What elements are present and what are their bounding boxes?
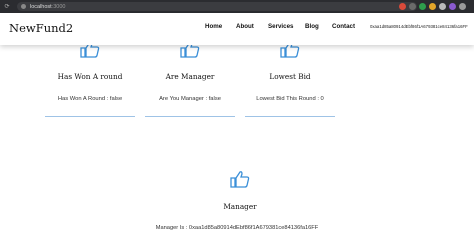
card-value: Has Won A Round : false <box>57 96 123 102</box>
nav-link-home[interactable]: Home <box>205 23 222 30</box>
brand-logo[interactable]: NewFund2 <box>9 21 73 35</box>
card-divider <box>45 116 135 117</box>
nav-link-services[interactable]: Services <box>268 23 293 30</box>
card-has-won-round: Has Won A round Has Won A Round : false <box>45 40 135 117</box>
reload-icon[interactable]: ⟳ <box>4 4 10 10</box>
url-host: localhost <box>30 3 52 10</box>
card-are-manager: Are Manager Are You Manager : false <box>145 40 235 117</box>
account-address: 0xaa1d85a80914dEbf86f1A679381ce84136fa16… <box>370 24 468 29</box>
extension-icon-green[interactable] <box>419 3 426 10</box>
manager-title: Manager <box>223 202 257 211</box>
card-divider <box>145 116 235 117</box>
url-port: :3000 <box>51 3 66 10</box>
site-info-icon[interactable] <box>21 4 26 9</box>
card-lowest-bid: Lowest Bid Lowest Bid This Round : 0 <box>245 40 335 117</box>
app-navbar: NewFund2 Home About Services Blog Contac… <box>0 13 474 45</box>
browser-toolbar: ⟳ localhost:3000 <box>0 0 474 13</box>
card-title: Lowest Bid <box>269 72 311 81</box>
address-bar[interactable]: localhost:3000 <box>17 2 417 11</box>
card-value: Are You Manager : false <box>159 96 221 102</box>
extension-icon-red[interactable] <box>399 3 406 10</box>
extension-icon-gray[interactable] <box>409 3 416 10</box>
card-title: Has Won A round <box>57 72 123 81</box>
card-title: Are Manager <box>165 72 215 81</box>
address-url: localhost:3000 <box>30 4 65 10</box>
profile-avatar[interactable] <box>449 3 456 10</box>
extension-icon-yellow[interactable] <box>429 3 436 10</box>
manager-section: Manager <box>190 170 290 211</box>
manager-address-value: Manager Is : 0xaa1d85a80914dEbf86f1A6793… <box>155 225 319 231</box>
browser-menu-icon[interactable] <box>459 3 466 10</box>
card-divider <box>245 116 335 117</box>
nav-link-about[interactable]: About <box>236 23 254 30</box>
thumbs-up-icon <box>230 171 250 188</box>
nav-link-blog[interactable]: Blog <box>305 23 319 30</box>
extensions-puzzle-icon[interactable] <box>439 3 446 10</box>
card-value: Lowest Bid This Round : 0 <box>256 96 324 102</box>
extension-icons <box>399 3 466 10</box>
nav-link-contact[interactable]: Contact <box>332 23 355 30</box>
